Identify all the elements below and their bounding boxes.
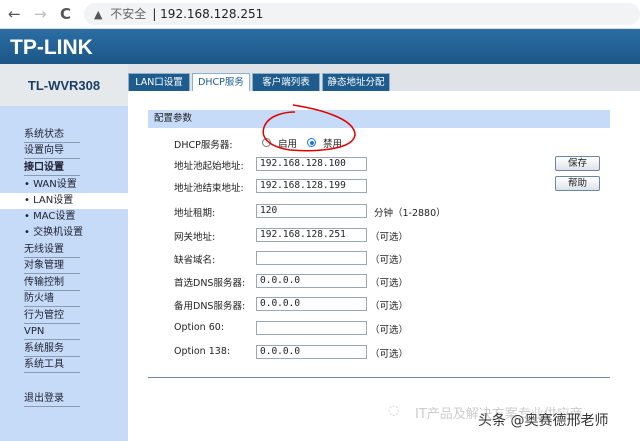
red-annotation-circle bbox=[262, 104, 356, 152]
field-label: Option 60: bbox=[174, 322, 225, 333]
field-label: 地址池结束地址: bbox=[174, 183, 244, 194]
sidebar-item[interactable]: VPN bbox=[24, 324, 80, 341]
field-label: 网关地址: bbox=[174, 232, 216, 243]
field-input[interactable]: 192.168.128.199 bbox=[256, 179, 367, 193]
sidebar-item[interactable]: • WAN设置 bbox=[24, 177, 80, 193]
sidebar-item[interactable]: 退出登录 bbox=[24, 391, 80, 408]
save-button[interactable]: 保存 bbox=[555, 156, 600, 171]
sidebar-item[interactable]: • MAC设置 bbox=[24, 209, 80, 225]
field-label: Option 138: bbox=[174, 346, 231, 357]
watermark-line2: 头条 @奥赛德邢老师 bbox=[478, 413, 609, 429]
field-label: 备用DNS服务器: bbox=[174, 301, 246, 312]
divider bbox=[148, 377, 610, 378]
sidebar-item[interactable]: • 交换机设置 bbox=[24, 225, 114, 241]
sidebar-item[interactable]: • LAN设置 bbox=[0, 193, 128, 210]
url-text: 192.168.128.251 bbox=[160, 7, 264, 21]
tab-dhcp-service[interactable]: DHCP服务 bbox=[192, 73, 250, 93]
reload-icon[interactable]: C bbox=[60, 5, 71, 23]
tab-static-address[interactable]: 静态地址分配 bbox=[322, 73, 390, 91]
field-label: 地址租期: bbox=[174, 208, 216, 219]
field-input[interactable]: 192.168.128.251 bbox=[256, 228, 367, 242]
warning-icon: ▲ bbox=[94, 8, 103, 21]
forward-icon[interactable]: → bbox=[34, 5, 47, 23]
address-bar[interactable]: ▲ 不安全 | 192.168.128.251 bbox=[84, 3, 640, 25]
field-hint: （可选） bbox=[370, 349, 409, 360]
sidebar-item[interactable]: 防火墙 bbox=[24, 291, 80, 308]
sidebar-item[interactable]: 对象管理 bbox=[24, 258, 80, 275]
tab-lan-settings[interactable]: LAN口设置 bbox=[128, 73, 190, 91]
field-hint: （可选） bbox=[370, 232, 409, 243]
field-hint: 分钟（1-2880） bbox=[374, 208, 446, 219]
sidebar-item[interactable]: 设置向导 bbox=[24, 143, 80, 160]
browser-toolbar: ← → C ▲ 不安全 | 192.168.128.251 bbox=[0, 0, 640, 29]
field-hint: （可选） bbox=[370, 301, 409, 312]
sidebar-item[interactable]: 行为管控 bbox=[24, 308, 80, 325]
sidebar-item[interactable]: 系统服务 bbox=[24, 341, 80, 358]
sidebar-item[interactable]: 系统工具 bbox=[24, 357, 80, 374]
sidebar-item[interactable]: 传输控制 bbox=[24, 275, 80, 292]
panel-title: 配置参数 bbox=[148, 110, 610, 128]
sidebar-item[interactable]: 接口设置 bbox=[24, 160, 80, 177]
field-input[interactable] bbox=[256, 321, 367, 335]
wechat-icon: ◌ bbox=[388, 403, 400, 418]
field-input[interactable]: 120 bbox=[256, 204, 367, 218]
field-input[interactable]: 0.0.0.0 bbox=[256, 274, 367, 288]
field-input[interactable]: 0.0.0.0 bbox=[256, 297, 367, 311]
sidebar-item[interactable]: 无线设置 bbox=[24, 242, 80, 259]
field-label: 地址池起始地址: bbox=[174, 161, 244, 172]
sidebar-item[interactable]: 系统状态 bbox=[24, 127, 80, 144]
security-label: 不安全 bbox=[110, 7, 147, 21]
help-button[interactable]: 帮助 bbox=[555, 176, 600, 191]
dhcp-server-label: DHCP服务器: bbox=[174, 140, 233, 151]
back-icon[interactable]: ← bbox=[8, 5, 21, 23]
header-banner: TP-LINK bbox=[0, 29, 640, 64]
model-name: TL-WVR308 bbox=[0, 64, 128, 106]
field-input[interactable]: 0.0.0.0 bbox=[256, 345, 367, 359]
field-label: 缺省域名: bbox=[174, 255, 216, 266]
field-hint: （可选） bbox=[370, 278, 409, 289]
field-hint: （可选） bbox=[370, 255, 409, 266]
field-input[interactable] bbox=[256, 251, 367, 265]
tplink-logo: TP-LINK bbox=[10, 36, 93, 59]
field-hint: （可选） bbox=[370, 325, 409, 336]
field-label: 首选DNS服务器: bbox=[174, 278, 246, 289]
tab-client-list[interactable]: 客户端列表 bbox=[252, 73, 320, 91]
